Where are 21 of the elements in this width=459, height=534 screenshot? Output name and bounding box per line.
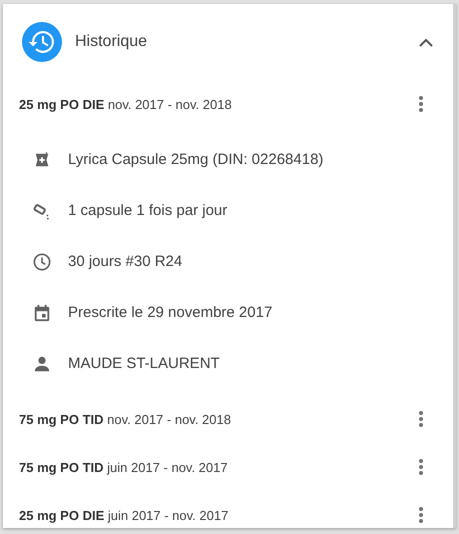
more-icon [419,411,423,427]
detail-text: 1 capsule 1 fois par jour [68,202,228,219]
prescription-summary[interactable]: 75 mg PO TID juin 2017 - nov. 2017 [19,460,413,474]
more-icon [419,96,423,112]
detail-text: 30 jours #30 R24 [68,253,182,270]
clock-icon [33,252,51,270]
prescription-summary[interactable]: 25 mg PO DIE juin 2017 - nov. 2017 [19,508,413,522]
history-icon [22,22,62,62]
detail-text: Prescrite le 29 novembre 2017 [68,304,272,321]
person-icon [33,354,51,372]
chevron-icon [419,38,433,46]
detail-text: MAUDE ST-LAURENT [68,355,220,372]
prescription-summary[interactable]: 75 mg PO TID nov. 2017 - nov. 2018 [19,412,413,426]
calendar-icon [33,304,51,322]
pill-icon [33,202,51,220]
panel-title: Historique [75,33,148,51]
prescription-summary[interactable]: 25 mg PO DIE nov. 2017 - nov. 2018 [19,96,413,112]
detail-text: Lyrica Capsule 25mg (DIN: 02268418) [68,151,324,168]
more-icon [419,459,423,475]
pharmacy-icon [33,150,51,168]
more-icon [419,507,423,523]
